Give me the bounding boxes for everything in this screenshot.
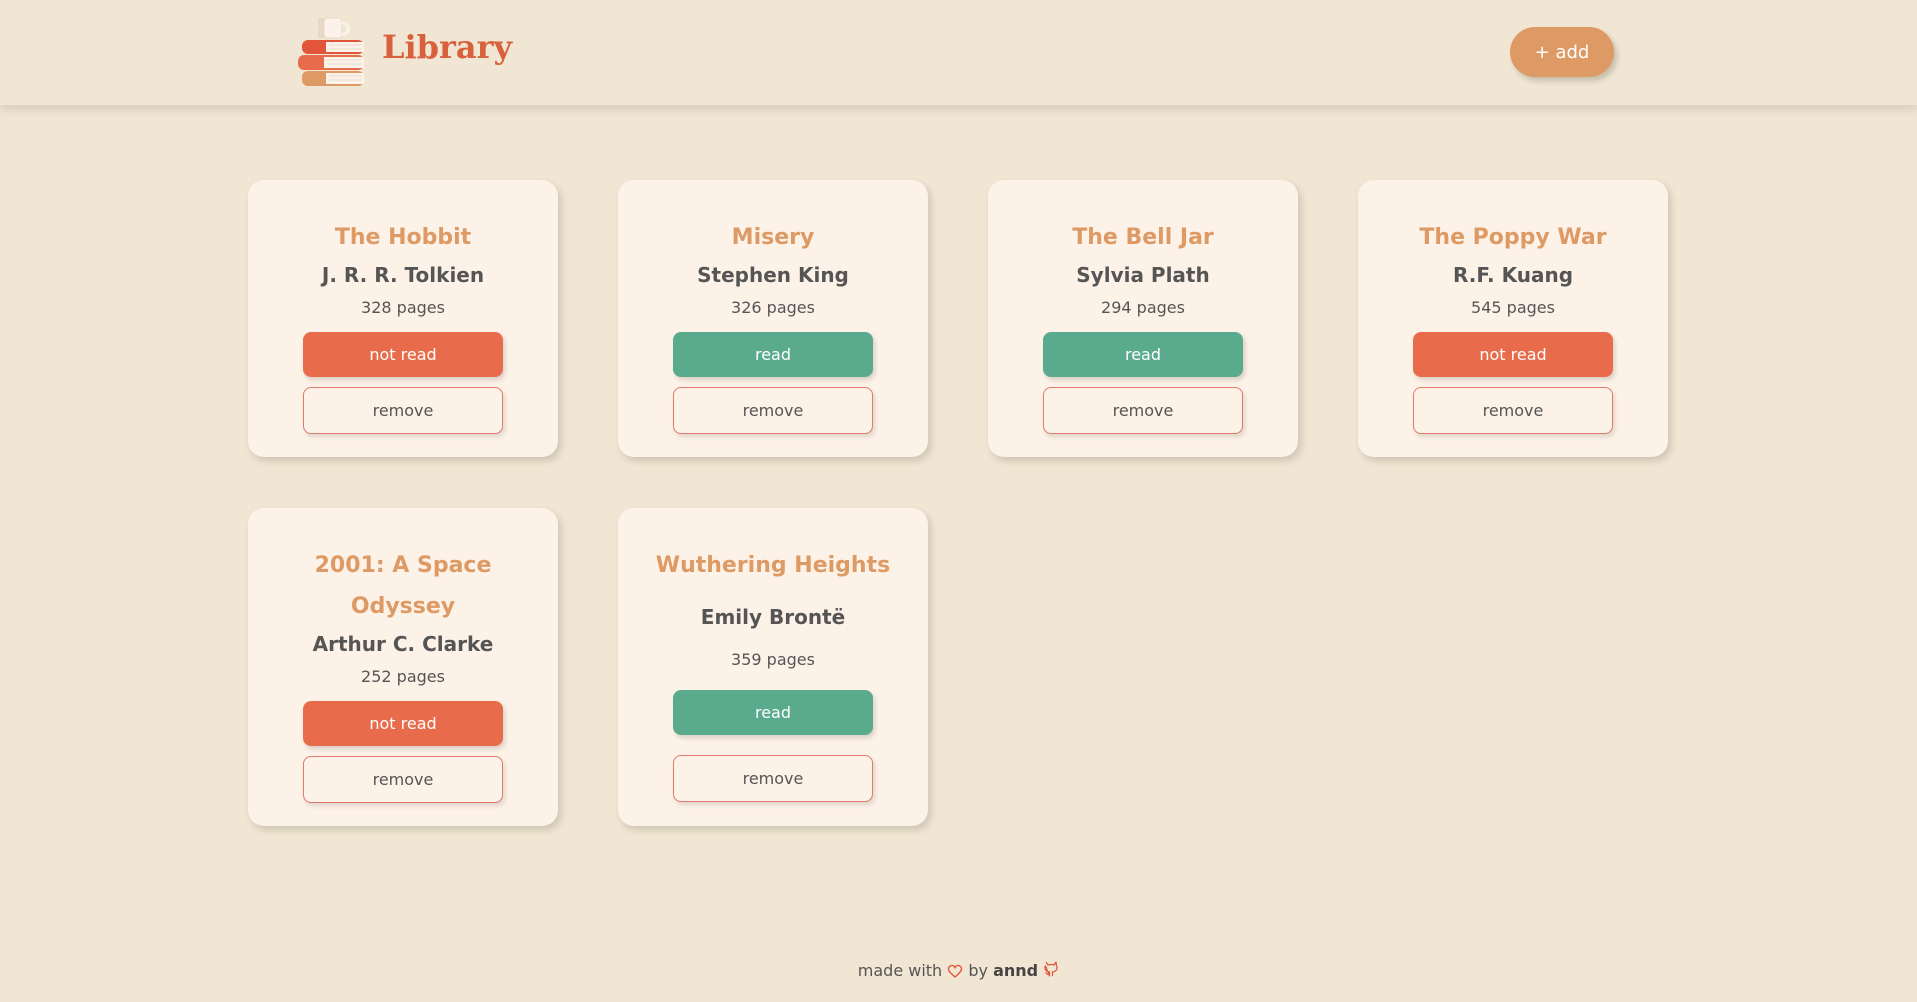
top-bar: Library + add bbox=[0, 0, 1917, 105]
book-card: 2001: A Space Odyssey Arthur C. Clarke 2… bbox=[248, 508, 558, 826]
book-title: The Bell Jar bbox=[1072, 225, 1214, 250]
book-card: The Hobbit J. R. R. Tolkien 328 pages no… bbox=[248, 180, 558, 457]
books-with-cup-icon bbox=[298, 17, 364, 86]
read-status-toggle[interactable]: read bbox=[1043, 332, 1243, 377]
remove-button[interactable]: remove bbox=[1043, 387, 1243, 434]
book-title: Wuthering Heights bbox=[655, 553, 891, 578]
book-author: Sylvia Plath bbox=[1076, 263, 1210, 287]
footer-author-link[interactable]: annd bbox=[993, 961, 1038, 980]
footer-prefix: made with bbox=[857, 961, 943, 980]
book-author: J. R. R. Tolkien bbox=[321, 263, 485, 287]
book-author: Emily Brontë bbox=[700, 605, 846, 629]
footer-by: by bbox=[968, 961, 988, 980]
book-title: The Hobbit bbox=[334, 225, 472, 250]
book-pages: 252 pages bbox=[361, 667, 445, 686]
book-card: The Poppy War R.F. Kuang 545 pages not r… bbox=[1358, 180, 1668, 457]
add-book-button[interactable]: + add bbox=[1510, 27, 1614, 77]
github-icon[interactable] bbox=[1043, 960, 1059, 978]
read-status-toggle[interactable]: read bbox=[673, 332, 873, 377]
book-author: Stephen King bbox=[697, 263, 849, 287]
book-pages: 359 pages bbox=[731, 650, 815, 669]
book-card: Wuthering Heights Emily Brontë 359 pages… bbox=[618, 508, 928, 826]
book-pages: 294 pages bbox=[1101, 298, 1185, 317]
read-status-toggle[interactable]: read bbox=[673, 690, 873, 735]
remove-button[interactable]: remove bbox=[1413, 387, 1613, 434]
book-title: The Poppy War bbox=[1419, 225, 1607, 250]
remove-button[interactable]: remove bbox=[303, 387, 503, 434]
read-status-toggle[interactable]: not read bbox=[303, 701, 503, 746]
book-pages: 545 pages bbox=[1471, 298, 1555, 317]
remove-button[interactable]: remove bbox=[673, 387, 873, 434]
book-title: Misery bbox=[731, 225, 815, 250]
book-card: Misery Stephen King 326 pages read remov… bbox=[618, 180, 928, 457]
read-status-toggle[interactable]: not read bbox=[303, 332, 503, 377]
remove-button[interactable]: remove bbox=[303, 756, 503, 803]
book-author: Arthur C. Clarke bbox=[312, 632, 494, 656]
book-title: 2001: A Space Odyssey bbox=[314, 553, 492, 619]
book-pages: 326 pages bbox=[731, 298, 815, 317]
book-card: The Bell Jar Sylvia Plath 294 pages read… bbox=[988, 180, 1298, 457]
heart-icon bbox=[948, 964, 963, 978]
app-title: Library bbox=[382, 28, 513, 66]
footer: made with by annd bbox=[0, 960, 1917, 980]
book-pages: 328 pages bbox=[361, 298, 445, 317]
remove-button[interactable]: remove bbox=[673, 755, 873, 802]
book-author: R.F. Kuang bbox=[1452, 263, 1574, 287]
read-status-toggle[interactable]: not read bbox=[1413, 332, 1613, 377]
